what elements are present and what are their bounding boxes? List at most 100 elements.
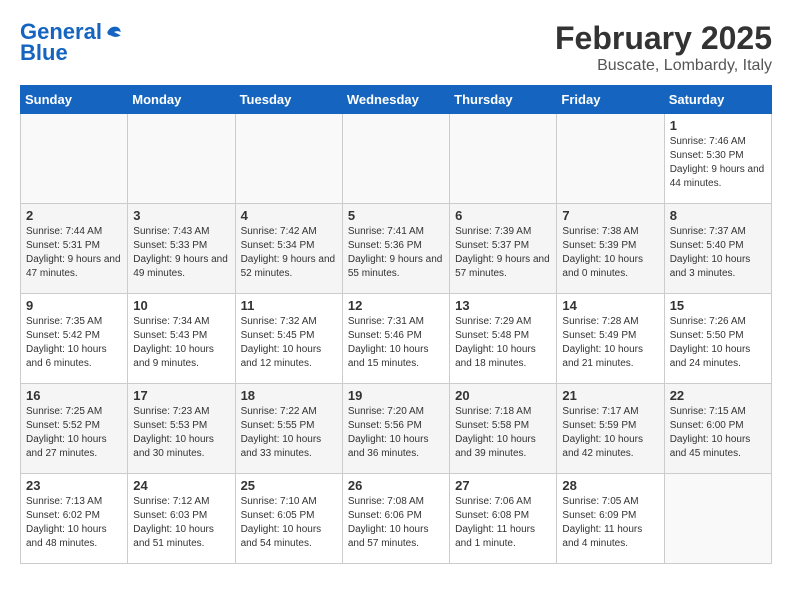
calendar-cell: 11 Sunrise: 7:32 AM Sunset: 5:45 PM Dayli… (235, 294, 342, 384)
calendar-body: 1 Sunrise: 7:46 AM Sunset: 5:30 PM Daylig… (21, 114, 772, 564)
calendar-cell: 16 Sunrise: 7:25 AM Sunset: 5:52 PM Dayli… (21, 384, 128, 474)
day-number: 1 (670, 118, 766, 133)
weekday-header-wednesday: Wednesday (342, 86, 449, 114)
calendar-cell: 20 Sunrise: 7:18 AM Sunset: 5:58 PM Dayli… (450, 384, 557, 474)
day-number: 17 (133, 388, 229, 403)
calendar-table: SundayMondayTuesdayWednesdayThursdayFrid… (20, 85, 772, 564)
day-info: Sunrise: 7:43 AM Sunset: 5:33 PM Dayligh… (133, 225, 229, 281)
day-info: Sunrise: 7:46 AM Sunset: 5:30 PM Dayligh… (670, 135, 766, 191)
day-number: 11 (241, 298, 337, 313)
calendar-week-3: 16 Sunrise: 7:25 AM Sunset: 5:52 PM Dayli… (21, 384, 772, 474)
calendar-week-1: 2 Sunrise: 7:44 AM Sunset: 5:31 PM Daylig… (21, 204, 772, 294)
day-info: Sunrise: 7:41 AM Sunset: 5:36 PM Dayligh… (348, 225, 444, 281)
calendar-cell: 6 Sunrise: 7:39 AM Sunset: 5:37 PM Daylig… (450, 204, 557, 294)
calendar-cell: 23Sunrise: 7:13 AM Sunset: 6:02 PM Dayli… (21, 474, 128, 564)
title-block: February 2025 Buscate, Lombardy, Italy (555, 20, 772, 75)
day-info: Sunrise: 7:42 AM Sunset: 5:34 PM Dayligh… (241, 225, 337, 281)
calendar-cell: 22 Sunrise: 7:15 AM Sunset: 6:00 PM Dayli… (664, 384, 771, 474)
day-number: 12 (348, 298, 444, 313)
weekday-header-friday: Friday (557, 86, 664, 114)
calendar-cell: 21 Sunrise: 7:17 AM Sunset: 5:59 PM Dayli… (557, 384, 664, 474)
day-info: Sunrise: 7:22 AM Sunset: 5:55 PM Dayligh… (241, 405, 337, 461)
calendar-cell: 27Sunrise: 7:06 AM Sunset: 6:08 PM Dayli… (450, 474, 557, 564)
day-number: 22 (670, 388, 766, 403)
calendar-week-0: 1 Sunrise: 7:46 AM Sunset: 5:30 PM Daylig… (21, 114, 772, 204)
calendar-cell: 7 Sunrise: 7:38 AM Sunset: 5:39 PM Daylig… (557, 204, 664, 294)
day-info: Sunrise: 7:25 AM Sunset: 5:52 PM Dayligh… (26, 405, 122, 461)
calendar-cell: 2 Sunrise: 7:44 AM Sunset: 5:31 PM Daylig… (21, 204, 128, 294)
calendar-cell: 9 Sunrise: 7:35 AM Sunset: 5:42 PM Daylig… (21, 294, 128, 384)
day-number: 7 (562, 208, 658, 223)
calendar-cell: 19 Sunrise: 7:20 AM Sunset: 5:56 PM Dayli… (342, 384, 449, 474)
calendar-cell (342, 114, 449, 204)
day-number: 5 (348, 208, 444, 223)
day-info: Sunrise: 7:23 AM Sunset: 5:53 PM Dayligh… (133, 405, 229, 461)
day-info: Sunrise: 7:28 AM Sunset: 5:49 PM Dayligh… (562, 315, 658, 371)
day-info: Sunrise: 7:26 AM Sunset: 5:50 PM Dayligh… (670, 315, 766, 371)
calendar-cell: 5 Sunrise: 7:41 AM Sunset: 5:36 PM Daylig… (342, 204, 449, 294)
day-number: 3 (133, 208, 229, 223)
calendar-cell: 25 Sunrise: 7:10 AM Sunset: 6:05 PM Dayli… (235, 474, 342, 564)
calendar-cell (128, 114, 235, 204)
calendar-cell: 3 Sunrise: 7:43 AM Sunset: 5:33 PM Daylig… (128, 204, 235, 294)
day-info: Sunrise: 7:37 AM Sunset: 5:40 PM Dayligh… (670, 225, 766, 281)
calendar-cell: 14 Sunrise: 7:28 AM Sunset: 5:49 PM Dayli… (557, 294, 664, 384)
calendar-cell: 17 Sunrise: 7:23 AM Sunset: 5:53 PM Dayli… (128, 384, 235, 474)
weekday-header-thursday: Thursday (450, 86, 557, 114)
calendar-cell: 24Sunrise: 7:12 AM Sunset: 6:03 PM Dayli… (128, 474, 235, 564)
calendar-cell: 13 Sunrise: 7:29 AM Sunset: 5:48 PM Dayli… (450, 294, 557, 384)
day-info: Sunrise: 7:35 AM Sunset: 5:42 PM Dayligh… (26, 315, 122, 371)
day-number: 2 (26, 208, 122, 223)
day-info: Sunrise: 7:17 AM Sunset: 5:59 PM Dayligh… (562, 405, 658, 461)
day-info: Sunrise: 7:31 AM Sunset: 5:46 PM Dayligh… (348, 315, 444, 371)
month-title: February 2025 (555, 20, 772, 57)
day-info: Sunrise: 7:10 AM Sunset: 6:05 PM Dayligh… (241, 495, 337, 551)
day-info: Sunrise: 7:18 AM Sunset: 5:58 PM Dayligh… (455, 405, 551, 461)
day-info: Sunrise: 7:34 AM Sunset: 5:43 PM Dayligh… (133, 315, 229, 371)
day-number: 10 (133, 298, 229, 313)
day-number: 13 (455, 298, 551, 313)
day-info: Sunrise: 7:38 AM Sunset: 5:39 PM Dayligh… (562, 225, 658, 281)
day-info: Sunrise: 7:39 AM Sunset: 5:37 PM Dayligh… (455, 225, 551, 281)
day-number: 26 (348, 478, 444, 493)
calendar-week-2: 9 Sunrise: 7:35 AM Sunset: 5:42 PM Daylig… (21, 294, 772, 384)
calendar-cell (557, 114, 664, 204)
calendar-header-row: SundayMondayTuesdayWednesdayThursdayFrid… (21, 86, 772, 114)
calendar-cell: 8Sunrise: 7:37 AM Sunset: 5:40 PM Daylig… (664, 204, 771, 294)
calendar-cell: 26 Sunrise: 7:08 AM Sunset: 6:06 PM Dayli… (342, 474, 449, 564)
calendar-cell (450, 114, 557, 204)
day-number: 21 (562, 388, 658, 403)
day-info: Sunrise: 7:08 AM Sunset: 6:06 PM Dayligh… (348, 495, 444, 551)
calendar-cell: 12 Sunrise: 7:31 AM Sunset: 5:46 PM Dayli… (342, 294, 449, 384)
day-number: 6 (455, 208, 551, 223)
day-info: Sunrise: 7:44 AM Sunset: 5:31 PM Dayligh… (26, 225, 122, 281)
day-number: 28 (562, 478, 658, 493)
logo: General Blue (20, 20, 124, 66)
calendar-cell: 15 Sunrise: 7:26 AM Sunset: 5:50 PM Dayli… (664, 294, 771, 384)
location: Buscate, Lombardy, Italy (555, 57, 772, 75)
day-number: 19 (348, 388, 444, 403)
day-info: Sunrise: 7:15 AM Sunset: 6:00 PM Dayligh… (670, 405, 766, 461)
calendar-cell (235, 114, 342, 204)
day-info: Sunrise: 7:12 AM Sunset: 6:03 PM Dayligh… (133, 495, 229, 551)
calendar-cell: 10 Sunrise: 7:34 AM Sunset: 5:43 PM Dayli… (128, 294, 235, 384)
day-info: Sunrise: 7:32 AM Sunset: 5:45 PM Dayligh… (241, 315, 337, 371)
day-info: Sunrise: 7:20 AM Sunset: 5:56 PM Dayligh… (348, 405, 444, 461)
calendar-cell (21, 114, 128, 204)
day-number: 9 (26, 298, 122, 313)
calendar-cell: 28Sunrise: 7:05 AM Sunset: 6:09 PM Dayli… (557, 474, 664, 564)
calendar-cell: 18Sunrise: 7:22 AM Sunset: 5:55 PM Dayli… (235, 384, 342, 474)
page-header: General Blue February 2025 Buscate, Lomb… (20, 20, 772, 75)
weekday-header-saturday: Saturday (664, 86, 771, 114)
day-info: Sunrise: 7:06 AM Sunset: 6:08 PM Dayligh… (455, 495, 551, 551)
day-number: 16 (26, 388, 122, 403)
day-number: 23 (26, 478, 122, 493)
day-info: Sunrise: 7:29 AM Sunset: 5:48 PM Dayligh… (455, 315, 551, 371)
day-number: 25 (241, 478, 337, 493)
day-number: 4 (241, 208, 337, 223)
day-number: 20 (455, 388, 551, 403)
weekday-header-sunday: Sunday (21, 86, 128, 114)
day-number: 14 (562, 298, 658, 313)
day-number: 15 (670, 298, 766, 313)
calendar-cell: 1 Sunrise: 7:46 AM Sunset: 5:30 PM Daylig… (664, 114, 771, 204)
